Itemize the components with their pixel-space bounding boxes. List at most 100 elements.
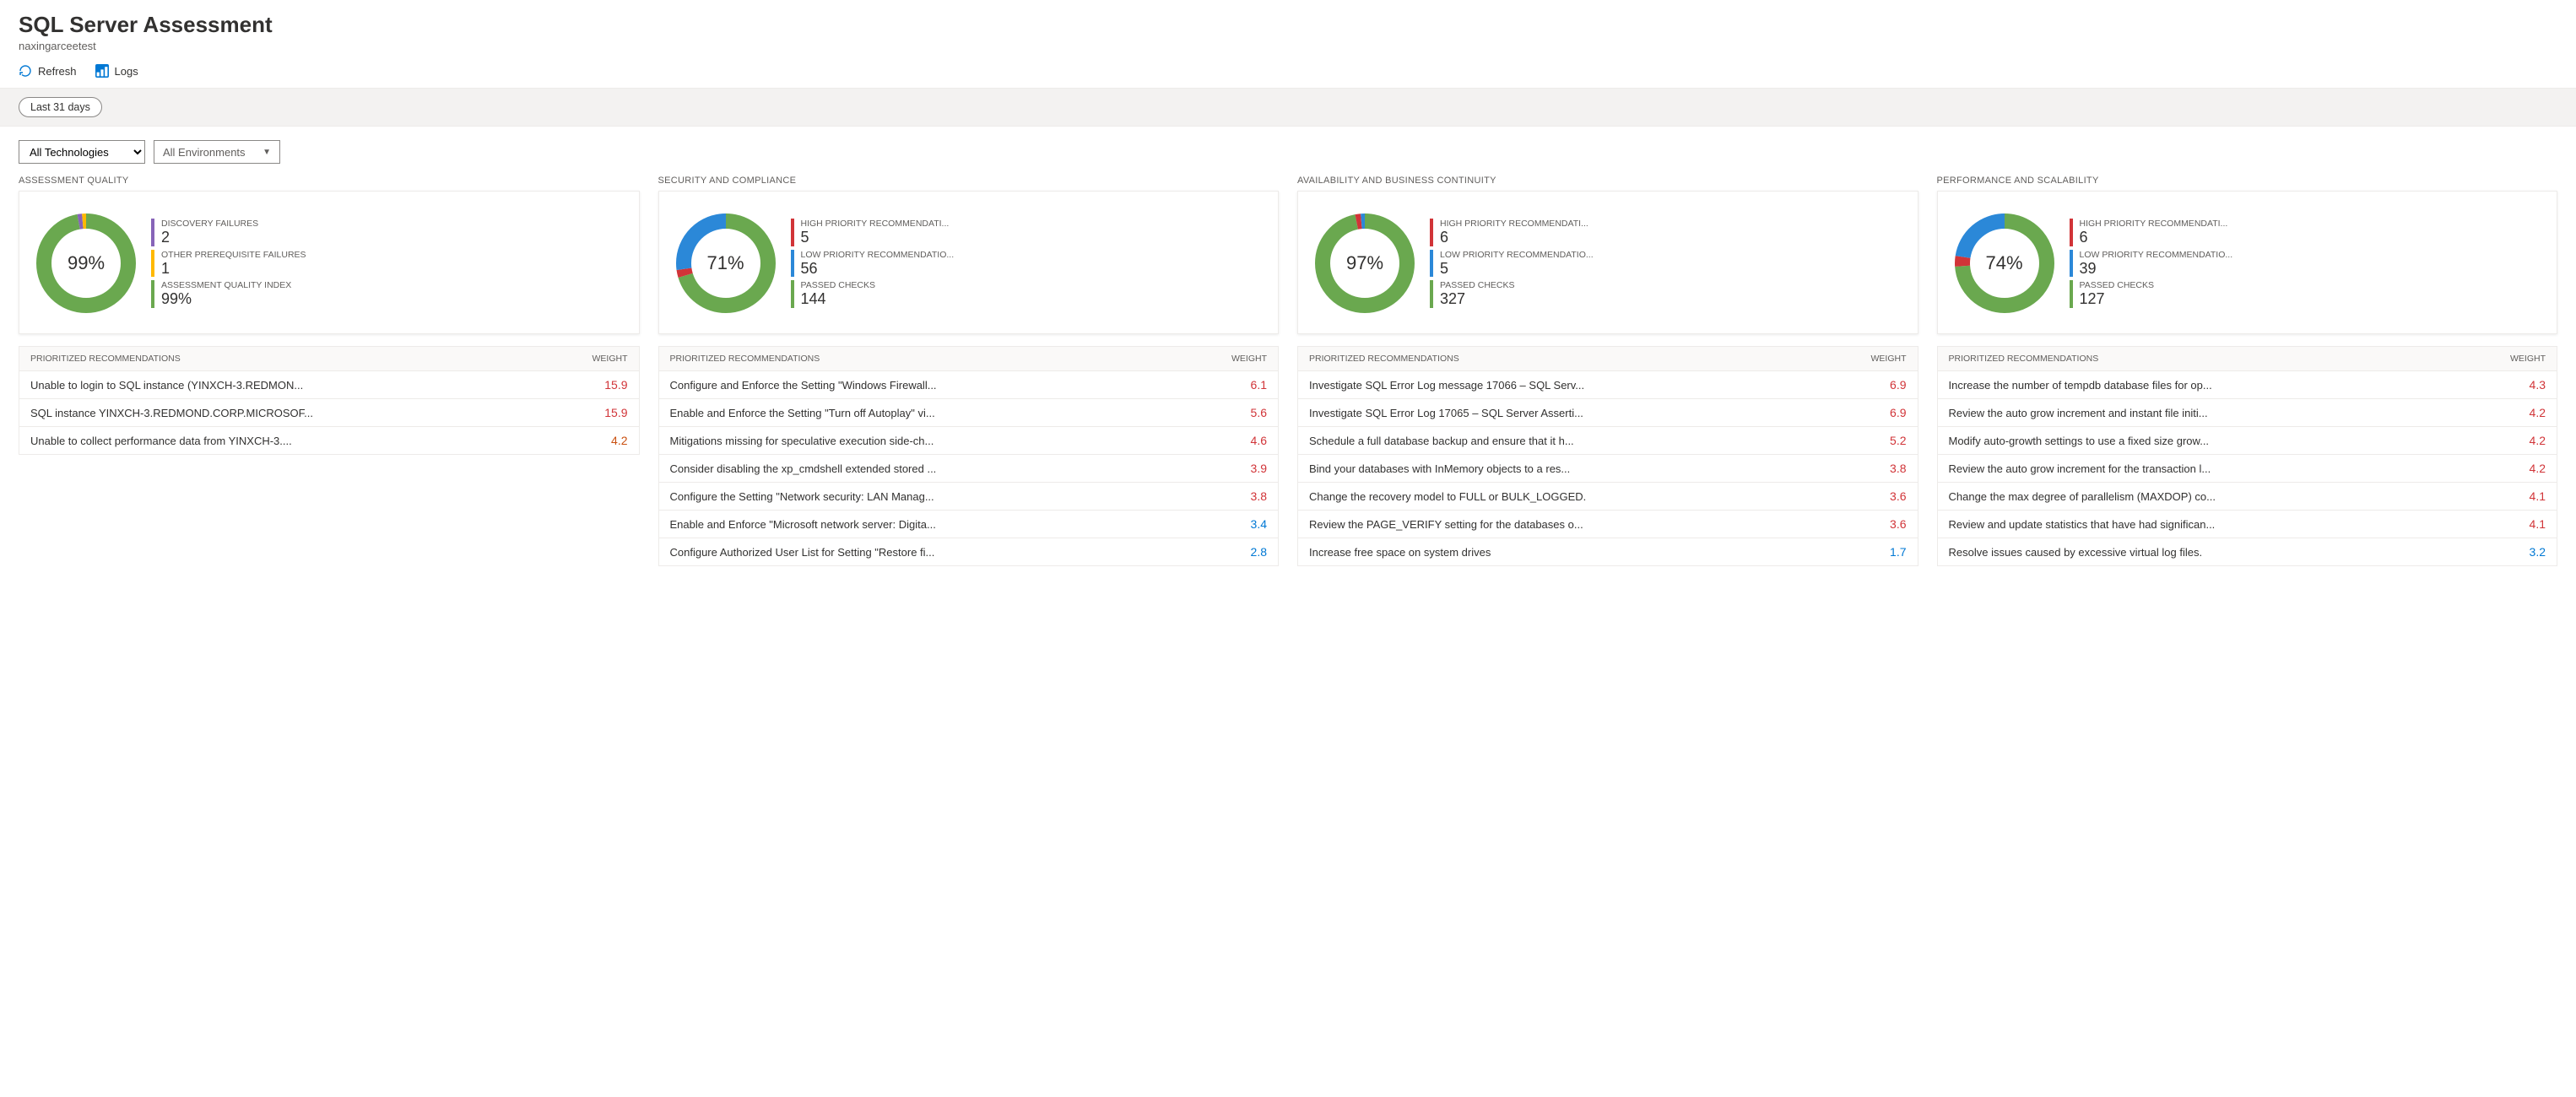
recommendation-text: Change the max degree of parallelism (MA… <box>1949 490 2508 503</box>
recommendation-row[interactable]: Mitigations missing for speculative exec… <box>659 427 1279 455</box>
col-weight: WEIGHT <box>593 354 628 364</box>
recommendation-row[interactable]: Bind your databases with InMemory object… <box>1298 455 1918 483</box>
recommendation-weight: 3.4 <box>1237 517 1267 531</box>
recommendation-text: Configure the Setting "Network security:… <box>670 490 1229 503</box>
legend-label: PASSED CHECKS <box>1440 280 1906 290</box>
section-title: ASSESSMENT QUALITY <box>19 176 640 186</box>
recommendation-text: Review the PAGE_VERIFY setting for the d… <box>1309 518 1868 531</box>
recommendation-text: Consider disabling the xp_cmdshell exten… <box>670 462 1229 475</box>
recommendation-row[interactable]: Change the max degree of parallelism (MA… <box>1938 483 2557 511</box>
legend-label: HIGH PRIORITY RECOMMENDATI... <box>801 219 1267 229</box>
recommendation-row[interactable]: Investigate SQL Error Log 17065 – SQL Se… <box>1298 399 1918 427</box>
recommendation-row[interactable]: Enable and Enforce "Microsoft network se… <box>659 511 1279 538</box>
recommendation-row[interactable]: Configure Authorized User List for Setti… <box>659 538 1279 565</box>
legend-value: 5 <box>801 229 1267 246</box>
legend-label: DISCOVERY FAILURES <box>161 219 627 229</box>
recommendation-row[interactable]: Unable to login to SQL instance (YINXCH-… <box>19 371 639 399</box>
recommendation-weight: 4.1 <box>2515 517 2546 531</box>
legend-value: 2 <box>161 229 627 246</box>
recommendation-weight: 15.9 <box>598 406 628 419</box>
col-weight: WEIGHT <box>1871 354 1907 364</box>
recommendation-row[interactable]: Review the auto grow increment and insta… <box>1938 399 2557 427</box>
section-title: SECURITY AND COMPLIANCE <box>658 176 1280 186</box>
legend-value: 6 <box>2080 229 2546 246</box>
recommendation-text: Configure Authorized User List for Setti… <box>670 546 1229 559</box>
recommendation-weight: 4.1 <box>2515 489 2546 503</box>
recommendation-row[interactable]: Investigate SQL Error Log message 17066 … <box>1298 371 1918 399</box>
toolbar: Refresh Logs <box>0 57 2576 88</box>
recommendation-row[interactable]: Unable to collect performance data from … <box>19 427 639 454</box>
recommendation-row[interactable]: Enable and Enforce the Setting "Turn off… <box>659 399 1279 427</box>
col-recommendations: PRIORITIZED RECOMMENDATIONS <box>1949 354 2099 364</box>
legend: DISCOVERY FAILURES 2 OTHER PREREQUISITE … <box>151 219 627 308</box>
legend-item: DISCOVERY FAILURES 2 <box>151 219 627 246</box>
legend-value: 127 <box>2080 290 2546 308</box>
recommendation-row[interactable]: SQL instance YINXCH-3.REDMOND.CORP.MICRO… <box>19 399 639 427</box>
recommendation-text: Unable to collect performance data from … <box>30 435 589 447</box>
workspace-name: naxingarceetest <box>19 40 2557 52</box>
col-weight: WEIGHT <box>2510 354 2546 364</box>
recommendation-weight: 15.9 <box>598 378 628 392</box>
recommendation-weight: 6.9 <box>1876 378 1907 392</box>
legend-item: LOW PRIORITY RECOMMENDATIO... 39 <box>2070 250 2546 278</box>
page-title: SQL Server Assessment <box>19 12 2557 38</box>
recommendation-weight: 3.6 <box>1876 517 1907 531</box>
recommendation-weight: 5.6 <box>1237 406 1267 419</box>
dashboard-column: PERFORMANCE AND SCALABILITY 74% HIGH PRI… <box>1937 176 2558 566</box>
recommendation-row[interactable]: Review the auto grow increment for the t… <box>1938 455 2557 483</box>
legend: HIGH PRIORITY RECOMMENDATI... 5 LOW PRIO… <box>791 219 1267 308</box>
recommendation-row[interactable]: Configure and Enforce the Setting "Windo… <box>659 371 1279 399</box>
recommendation-weight: 2.8 <box>1237 545 1267 559</box>
recommendation-weight: 4.3 <box>2515 378 2546 392</box>
recommendation-row[interactable]: Configure the Setting "Network security:… <box>659 483 1279 511</box>
environments-dropdown[interactable]: All Environments ▼ <box>154 140 280 164</box>
recommendation-text: Increase the number of tempdb database f… <box>1949 379 2508 392</box>
legend-value: 6 <box>1440 229 1906 246</box>
legend-item: LOW PRIORITY RECOMMENDATIO... 56 <box>791 250 1267 278</box>
legend-value: 39 <box>2080 260 2546 278</box>
legend-item: PASSED CHECKS 144 <box>791 280 1267 308</box>
dashboard-column: AVAILABILITY AND BUSINESS CONTINUITY 97%… <box>1297 176 1918 566</box>
recommendation-weight: 4.2 <box>598 434 628 447</box>
recommendation-row[interactable]: Consider disabling the xp_cmdshell exten… <box>659 455 1279 483</box>
table-header: PRIORITIZED RECOMMENDATIONS WEIGHT <box>19 347 639 371</box>
legend-item: PASSED CHECKS 127 <box>2070 280 2546 308</box>
recommendation-text: Investigate SQL Error Log 17065 – SQL Se… <box>1309 407 1868 419</box>
col-recommendations: PRIORITIZED RECOMMENDATIONS <box>1309 354 1459 364</box>
table-header: PRIORITIZED RECOMMENDATIONS WEIGHT <box>659 347 1279 371</box>
logs-button[interactable]: Logs <box>95 64 138 78</box>
recommendation-row[interactable]: Increase the number of tempdb database f… <box>1938 371 2557 399</box>
recommendation-text: Schedule a full database backup and ensu… <box>1309 435 1868 447</box>
section-title: AVAILABILITY AND BUSINESS CONTINUITY <box>1297 176 1918 186</box>
recommendation-weight: 5.2 <box>1876 434 1907 447</box>
summary-card: 99% DISCOVERY FAILURES 2 OTHER PREREQUIS… <box>19 191 640 334</box>
recommendation-row[interactable]: Modify auto-growth settings to use a fix… <box>1938 427 2557 455</box>
legend-label: OTHER PREREQUISITE FAILURES <box>161 250 627 260</box>
recommendation-text: Enable and Enforce "Microsoft network se… <box>670 518 1229 531</box>
legend-value: 5 <box>1440 260 1906 278</box>
time-range-pill[interactable]: Last 31 days <box>19 97 102 117</box>
technologies-dropdown[interactable]: All Technologies <box>19 140 145 164</box>
donut-chart: 97% <box>1310 208 1420 318</box>
recommendation-row[interactable]: Review the PAGE_VERIFY setting for the d… <box>1298 511 1918 538</box>
dashboard-column: ASSESSMENT QUALITY 99% DISCOVERY FAILURE… <box>19 176 640 455</box>
recommendation-row[interactable]: Resolve issues caused by excessive virtu… <box>1938 538 2557 565</box>
refresh-label: Refresh <box>38 65 77 78</box>
recommendation-text: Unable to login to SQL instance (YINXCH-… <box>30 379 589 392</box>
donut-chart: 71% <box>671 208 781 318</box>
recommendation-row[interactable]: Change the recovery model to FULL or BUL… <box>1298 483 1918 511</box>
logs-label: Logs <box>115 65 138 78</box>
recommendation-text: Review the auto grow increment for the t… <box>1949 462 2508 475</box>
col-weight: WEIGHT <box>1231 354 1267 364</box>
recommendation-row[interactable]: Schedule a full database backup and ensu… <box>1298 427 1918 455</box>
legend-item: LOW PRIORITY RECOMMENDATIO... 5 <box>1430 250 1906 278</box>
recommendation-row[interactable]: Review and update statistics that have h… <box>1938 511 2557 538</box>
donut-center-value: 97% <box>1310 208 1420 318</box>
recommendation-text: Resolve issues caused by excessive virtu… <box>1949 546 2508 559</box>
refresh-button[interactable]: Refresh <box>19 64 77 78</box>
recommendation-row[interactable]: Increase free space on system drives 1.7 <box>1298 538 1918 565</box>
recommendations-table: PRIORITIZED RECOMMENDATIONS WEIGHT Inves… <box>1297 346 1918 566</box>
table-header: PRIORITIZED RECOMMENDATIONS WEIGHT <box>1298 347 1918 371</box>
dashboard-column: SECURITY AND COMPLIANCE 71% HIGH PRIORIT… <box>658 176 1280 566</box>
logs-icon <box>95 64 109 78</box>
